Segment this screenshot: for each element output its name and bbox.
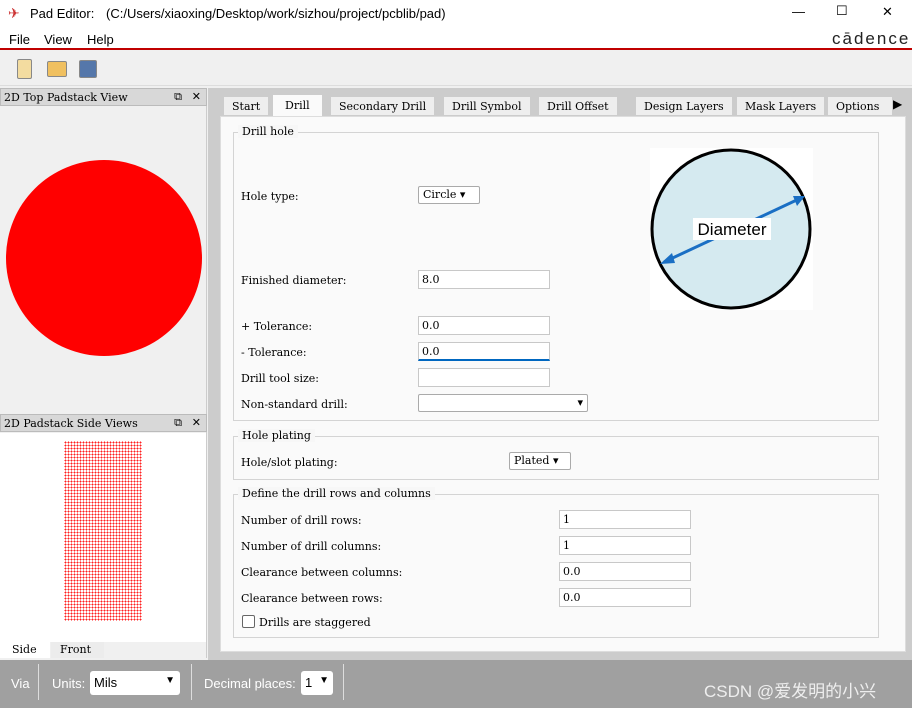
minus-tolerance-input[interactable]: 0.0 [418, 342, 550, 361]
tab-front[interactable]: Front [51, 642, 104, 658]
padstack-type: Via [11, 676, 30, 691]
tab-options[interactable]: Options [827, 96, 893, 116]
units-select[interactable]: Mils ▼ [90, 671, 180, 695]
side-view-header: 2D Padstack Side Views ⧉ ✕ [0, 414, 207, 432]
finished-diameter-input[interactable]: 8.0 [418, 270, 550, 289]
window-path: (C:/Users/xiaoxing/Desktop/work/sizhou/p… [106, 6, 446, 21]
top-view-title: 2D Top Padstack View [4, 91, 128, 104]
menu-help[interactable]: Help [87, 32, 114, 47]
title-bar: ✈ Pad Editor: (C:/Users/xiaoxing/Desktop… [0, 0, 912, 28]
menu-view[interactable]: View [44, 32, 72, 47]
hole-type-label: Hole type: [241, 190, 299, 203]
drill-hole-title: Drill hole [238, 125, 298, 138]
close-icon[interactable]: ✕ [192, 90, 201, 103]
side-view-title: 2D Padstack Side Views [4, 417, 138, 430]
clearance-cols-input[interactable]: 0.0 [559, 562, 691, 581]
staggered-checkbox[interactable] [242, 615, 255, 628]
close-button[interactable]: ✕ [882, 4, 893, 20]
drill-side-shape [64, 441, 142, 621]
float-icon[interactable]: ⧉ [174, 90, 182, 104]
new-file-icon[interactable] [17, 59, 32, 79]
staggered-label: Drills are staggered [259, 616, 371, 629]
tab-secondary-drill[interactable]: Secondary Drill [330, 96, 436, 116]
tab-start[interactable]: Start [223, 96, 270, 116]
status-bar: Via Units: Mils ▼ Decimal places: 1 ▼ CSDN… [0, 660, 912, 708]
app-logo-icon: ✈ [8, 5, 20, 21]
rows-input[interactable]: 1 [559, 510, 691, 529]
hole-plating-title: Hole plating [238, 429, 315, 442]
plating-select[interactable]: Plated ▾ [509, 452, 571, 470]
float-icon[interactable]: ⧉ [174, 416, 182, 430]
tab-mask-layers[interactable]: Mask Layers [736, 96, 826, 116]
non-standard-drill-label: Non-standard drill: [241, 398, 348, 411]
left-panel: 2D Top Padstack View ⧉ ✕ 2D Padstack Sid… [0, 88, 207, 658]
diameter-label: Diameter [698, 220, 767, 239]
diameter-diagram: Diameter [650, 148, 813, 310]
drill-tool-size-input[interactable] [418, 368, 550, 387]
plating-value: Plated [514, 454, 550, 467]
side-view-canvas [0, 433, 206, 642]
cols-label: Number of drill columns: [241, 540, 382, 553]
plus-tolerance-label: + Tolerance: [241, 320, 313, 333]
menu-bar: File View Help cādence [0, 28, 912, 50]
rows-label: Number of drill rows: [241, 514, 362, 527]
plating-label: Hole/slot plating: [241, 456, 338, 469]
minus-tolerance-label: - Tolerance: [241, 346, 307, 359]
drill-tool-size-label: Drill tool size: [241, 372, 319, 385]
save-icon[interactable] [79, 60, 97, 78]
clearance-cols-label: Clearance between columns: [241, 566, 403, 579]
decimal-places-label: Decimal places: [204, 676, 296, 691]
decimal-places-value: 1 [305, 675, 313, 690]
close-icon[interactable]: ✕ [192, 416, 201, 429]
tab-design-layers[interactable]: Design Layers [635, 96, 733, 116]
finished-diameter-label: Finished diameter: [241, 274, 347, 287]
tab-drill[interactable]: Drill [272, 94, 323, 117]
cadence-logo: cādence [832, 29, 911, 48]
menu-file[interactable]: File [9, 32, 30, 47]
minimize-button[interactable]: — [792, 4, 805, 19]
clearance-rows-label: Clearance between rows: [241, 592, 383, 605]
non-standard-drill-select[interactable]: ▾ [418, 394, 588, 412]
hole-type-select[interactable]: Circle ▾ [418, 186, 480, 204]
cols-input[interactable]: 1 [559, 536, 691, 555]
watermark: CSDN @爱发明的小兴 [704, 682, 877, 701]
tab-drill-symbol[interactable]: Drill Symbol [443, 96, 531, 116]
drill-rows-title: Define the drill rows and columns [238, 487, 435, 500]
units-value: Mils [94, 675, 118, 690]
pad-circle [6, 160, 202, 356]
app-name: Pad Editor: [30, 6, 95, 21]
tab-side[interactable]: Side [0, 642, 50, 658]
units-label: Units: [52, 676, 86, 691]
tab-drill-offset[interactable]: Drill Offset [538, 96, 618, 116]
plus-tolerance-input[interactable]: 0.0 [418, 316, 550, 335]
drill-tab-content: Drill hole Hole type: Circle ▾ Diameter … [220, 116, 906, 652]
decimal-places-select[interactable]: 1 ▼ [301, 671, 333, 695]
hole-type-value: Circle [423, 188, 457, 201]
tab-scroll-right-icon[interactable]: ▶ [893, 97, 902, 111]
open-folder-icon[interactable] [47, 61, 67, 77]
clearance-rows-input[interactable]: 0.0 [559, 588, 691, 607]
top-view-header: 2D Top Padstack View ⧉ ✕ [0, 88, 207, 106]
maximize-button[interactable]: ☐ [836, 3, 848, 19]
toolbar [0, 52, 912, 86]
